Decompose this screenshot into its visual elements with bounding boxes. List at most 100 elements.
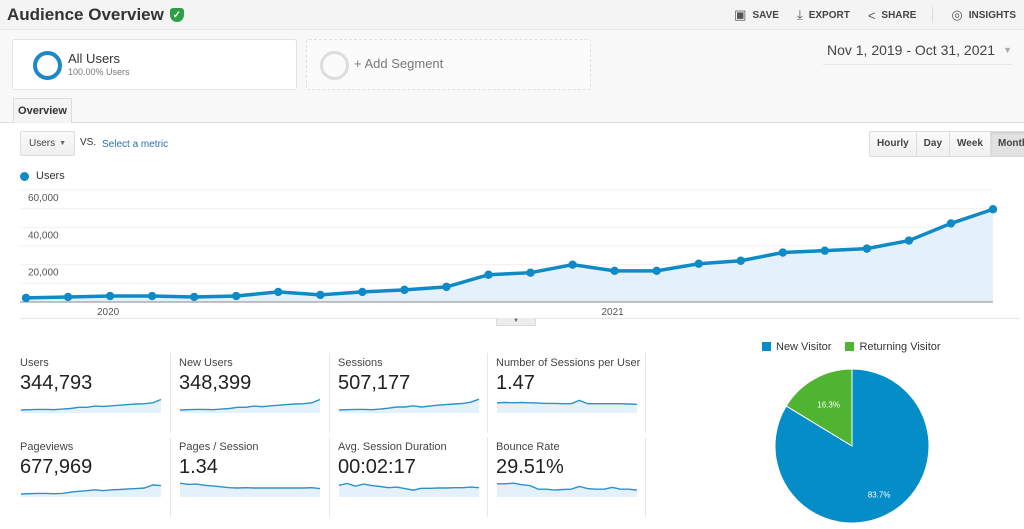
- data-point[interactable]: [694, 259, 703, 268]
- metric-tile[interactable]: Pageviews 677,969: [20, 441, 170, 516]
- sparkline: [179, 482, 321, 497]
- divider: [932, 7, 934, 23]
- metric-tile[interactable]: Pages / Session 1.34: [179, 441, 329, 516]
- period-week-button[interactable]: Week: [949, 132, 990, 156]
- period-hourly-button[interactable]: Hourly: [870, 132, 916, 156]
- data-point[interactable]: [736, 256, 745, 265]
- top-bar: Audience Overview ✓ ▣ SAVE ⤓ EXPORT < SH…: [0, 0, 1024, 30]
- add-segment-label: + Add Segment: [354, 56, 444, 71]
- data-point[interactable]: [904, 236, 914, 245]
- metric-label: Pages / Session: [179, 441, 259, 453]
- data-point[interactable]: [610, 266, 619, 276]
- metric-tile[interactable]: Bounce Rate 29.51%: [496, 441, 646, 516]
- metric-value: 677,969: [20, 456, 93, 478]
- y-tick-label: 60,000: [28, 193, 59, 204]
- tile-divider: [645, 353, 646, 433]
- data-point[interactable]: [484, 270, 493, 279]
- period-day-button[interactable]: Day: [915, 132, 950, 156]
- pie-slice-label: 83.7%: [868, 490, 891, 499]
- sparkline: [20, 484, 162, 497]
- download-icon: ⤓: [796, 7, 803, 22]
- period-month-button[interactable]: Month: [989, 132, 1024, 156]
- select-metric-link[interactable]: Select a metric: [102, 139, 168, 150]
- data-point[interactable]: [358, 287, 367, 297]
- tab-overview[interactable]: Overview: [13, 98, 72, 123]
- segment-area: All Users 100.00% Users + Add Segment No…: [0, 30, 1024, 122]
- metric-tile[interactable]: Users 344,793: [20, 357, 170, 432]
- segment-percentage: 100.00% Users: [68, 67, 130, 77]
- sparkline-fill: [21, 485, 161, 497]
- data-point[interactable]: [105, 291, 115, 301]
- data-point[interactable]: [232, 291, 241, 301]
- legend-returning-label: Returning Visitor: [859, 341, 941, 353]
- tab-divider: [0, 122, 1024, 123]
- metric-dropdown[interactable]: Users ▼: [20, 131, 75, 156]
- share-button[interactable]: < SHARE: [868, 8, 917, 23]
- data-point[interactable]: [988, 205, 998, 214]
- data-point[interactable]: [862, 244, 872, 253]
- chevron-down-icon: ▼: [59, 140, 66, 147]
- verified-shield-icon: ✓: [169, 8, 184, 22]
- metric-label: Avg. Session Duration: [338, 441, 447, 453]
- data-point[interactable]: [946, 219, 956, 228]
- data-point[interactable]: [652, 266, 661, 276]
- insights-button[interactable]: ◎ INSIGHTS: [951, 7, 1016, 23]
- users-line-chart: 20,000 40,000 60,000 2020 2021: [20, 189, 998, 315]
- metric-label: Users: [20, 357, 49, 369]
- data-point[interactable]: [526, 268, 535, 277]
- metric-value: 00:02:17: [338, 456, 416, 478]
- pie-legend-returning[interactable]: Returning Visitor: [845, 341, 941, 353]
- data-point[interactable]: [568, 260, 577, 269]
- legend-label: Users: [36, 170, 65, 182]
- tile-divider: [329, 437, 330, 517]
- metric-tile[interactable]: Number of Sessions per User 1.47: [496, 357, 646, 432]
- chart-legend: Users: [20, 170, 65, 182]
- data-point[interactable]: [274, 287, 283, 297]
- metric-label: Bounce Rate: [496, 441, 560, 453]
- metric-tile[interactable]: Avg. Session Duration 00:02:17: [338, 441, 488, 516]
- metric-value: 344,793: [20, 372, 93, 394]
- export-label: EXPORT: [808, 9, 850, 21]
- metric-value: 348,399: [179, 372, 252, 394]
- share-icon: <: [867, 7, 876, 23]
- data-point[interactable]: [400, 285, 409, 295]
- data-point[interactable]: [442, 282, 451, 292]
- date-range-picker[interactable]: Nov 1, 2019 - Oct 31, 2021 ▼: [822, 40, 1012, 65]
- data-point[interactable]: [147, 291, 157, 301]
- data-point[interactable]: [820, 246, 830, 255]
- save-label: SAVE: [752, 9, 779, 21]
- share-label: SHARE: [881, 9, 917, 21]
- insights-label: INSIGHTS: [968, 9, 1016, 21]
- data-point[interactable]: [21, 293, 31, 303]
- collapse-chart-handle[interactable]: ▼: [496, 318, 536, 326]
- save-icon: ▣: [734, 7, 747, 22]
- sparkline: [338, 482, 480, 497]
- x-tick-label: 2020: [97, 307, 120, 315]
- data-point[interactable]: [189, 292, 199, 302]
- segment-all-users[interactable]: All Users 100.00% Users: [12, 39, 297, 90]
- pie-legend-new[interactable]: New Visitor: [762, 341, 831, 353]
- legend-new-label: New Visitor: [776, 341, 832, 353]
- data-point[interactable]: [778, 248, 787, 257]
- y-tick-label: 20,000: [28, 268, 59, 279]
- empty-ring-icon: [320, 51, 349, 80]
- metric-value: 1.47: [496, 372, 535, 394]
- metric-label: New Users: [179, 357, 233, 369]
- page-title-text: Audience Overview: [7, 5, 164, 24]
- export-button[interactable]: ⤓ EXPORT: [797, 7, 850, 23]
- sparkline: [338, 398, 480, 413]
- add-segment-button[interactable]: + Add Segment: [306, 39, 591, 90]
- sparkline: [496, 399, 638, 413]
- metric-tile[interactable]: New Users 348,399: [179, 357, 329, 432]
- segment-ring-icon: [33, 51, 62, 80]
- sparkline: [20, 398, 162, 413]
- metric-tile[interactable]: Sessions 507,177: [338, 357, 488, 432]
- metric-dropdown-label: Users: [29, 138, 56, 149]
- page-title: Audience Overview ✓: [7, 5, 184, 25]
- data-point[interactable]: [316, 290, 325, 300]
- data-point[interactable]: [63, 292, 73, 302]
- tile-divider: [170, 353, 171, 433]
- save-button[interactable]: ▣ SAVE: [734, 7, 779, 23]
- y-tick-label: 40,000: [28, 230, 59, 241]
- area-fill: [26, 209, 993, 302]
